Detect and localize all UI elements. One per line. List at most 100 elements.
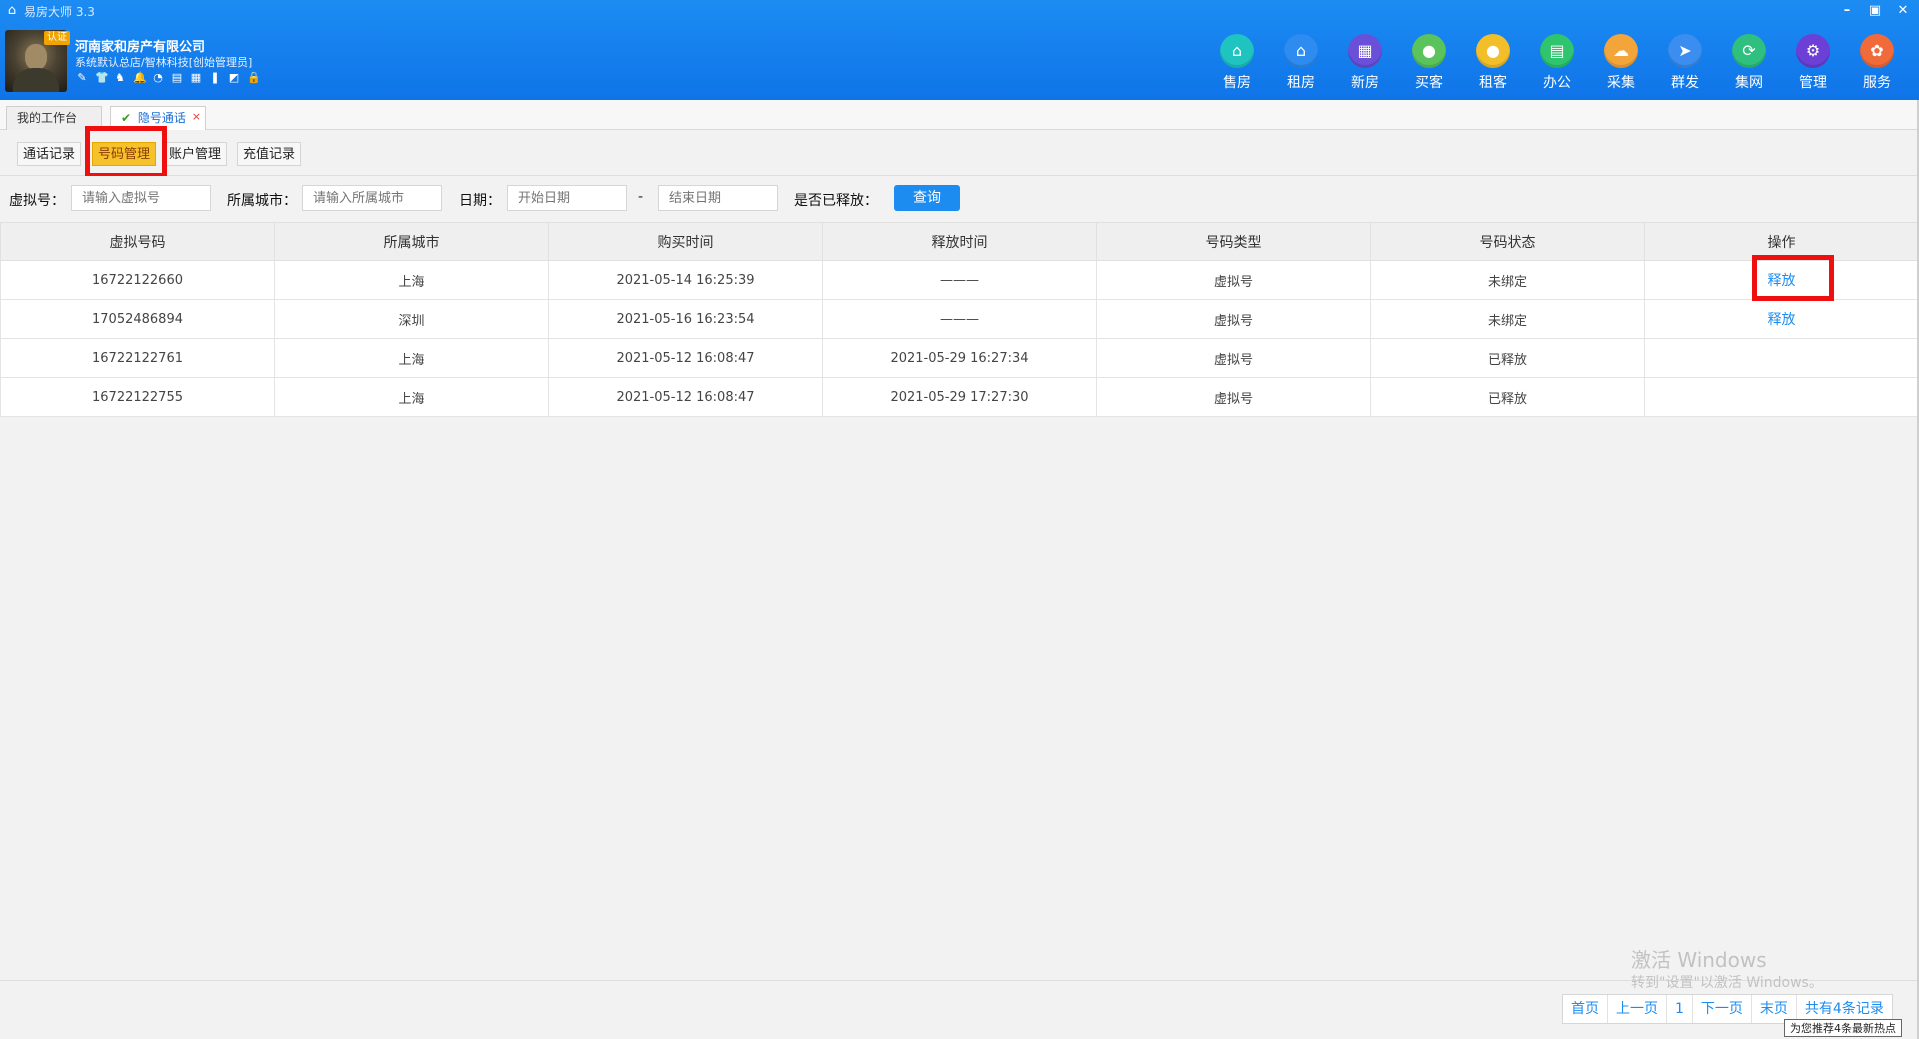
nav-collect[interactable]: ☁ 采集: [1597, 34, 1645, 92]
avatar-body: [13, 68, 59, 92]
pie-chart-icon[interactable]: ◔: [152, 72, 164, 84]
nav-label: 租房: [1287, 75, 1315, 91]
window-icon[interactable]: ◩: [228, 72, 240, 84]
tab-strip: 我的工作台 ✔ 隐号通话 ×: [0, 100, 1919, 130]
building-icon: ▦: [1348, 34, 1382, 68]
hot-news-tooltip[interactable]: 为您推荐4条最新热点: [1784, 1019, 1902, 1037]
home-icon: ⌂: [1220, 34, 1254, 68]
nav-label: 售房: [1223, 75, 1251, 91]
nav-label: 采集: [1607, 75, 1635, 91]
table-row: 16722122761 上海 2021-05-12 16:08:47 2021-…: [0, 338, 1919, 378]
cloud-download-icon: ☁: [1604, 34, 1638, 68]
activation-watermark-subtitle: 转到"设置"以激活 Windows。: [1631, 975, 1823, 991]
nav-sell-house[interactable]: ⌂ 售房: [1213, 34, 1261, 92]
table-row: 16722122755 上海 2021-05-12 16:08:47 2021-…: [0, 377, 1919, 417]
tab-workbench[interactable]: 我的工作台: [6, 106, 102, 130]
network-icon: ⟳: [1732, 34, 1766, 68]
cell-actions: 释放: [1644, 299, 1919, 339]
cell-virtual-number: 16722122755: [0, 377, 275, 417]
nav-label: 服务: [1863, 75, 1891, 91]
nav-label: 集网: [1735, 75, 1763, 91]
calculator-icon[interactable]: ▦: [190, 72, 202, 84]
end-date-input[interactable]: [658, 185, 778, 211]
cell-release-time: ———: [822, 260, 1097, 300]
cell-purchase-time: 2021-05-16 16:23:54: [548, 299, 823, 339]
close-button[interactable]: ✕: [1891, 2, 1915, 20]
cell-number-type: 虚拟号: [1096, 299, 1371, 339]
tab-privacy-call[interactable]: ✔ 隐号通话 ×: [110, 106, 206, 130]
page-prev[interactable]: 上一页: [1608, 995, 1667, 1023]
page-next[interactable]: 下一页: [1693, 995, 1752, 1023]
col-number-status: 号码状态: [1370, 222, 1645, 261]
lock-icon[interactable]: 🔒: [247, 72, 261, 84]
main-nav: ⌂ 售房 ⌂ 租房 ▦ 新房 ● 买客 ● 租客 ▤ 办公 ☁ 采集 ➤ 群发: [1213, 34, 1901, 92]
nav-tenant[interactable]: ● 租客: [1469, 34, 1517, 92]
cell-number-status: 未绑定: [1370, 299, 1645, 339]
start-date-input[interactable]: [507, 185, 627, 211]
col-virtual-number: 虚拟号码: [0, 222, 275, 261]
nav-new-house[interactable]: ▦ 新房: [1341, 34, 1389, 92]
cell-number-status: 已释放: [1370, 377, 1645, 417]
cell-city: 上海: [274, 260, 549, 300]
subtab-call-records[interactable]: 通话记录: [17, 142, 82, 166]
tab-close-icon[interactable]: ×: [192, 105, 201, 128]
gear-icon: ⚙: [1796, 34, 1830, 68]
subtab-number-management[interactable]: 号码管理: [92, 142, 157, 166]
page-first[interactable]: 首页: [1563, 995, 1608, 1023]
nav-manage[interactable]: ⚙ 管理: [1789, 34, 1837, 92]
cell-city: 上海: [274, 377, 549, 417]
nav-service[interactable]: ✿ 服务: [1853, 34, 1901, 92]
clipboard-icon[interactable]: ❚: [209, 72, 221, 84]
horse-icon[interactable]: ♞: [114, 72, 126, 84]
nav-label: 租客: [1479, 75, 1507, 91]
verified-badge: 认证: [44, 31, 70, 45]
cell-number-status: 未绑定: [1370, 260, 1645, 300]
tenant-icon: ●: [1476, 34, 1510, 68]
query-button[interactable]: 查询: [894, 185, 960, 211]
col-release-time: 释放时间: [822, 222, 1097, 261]
minimize-button[interactable]: –: [1835, 2, 1859, 20]
subtab-recharge-records[interactable]: 充值记录: [237, 142, 302, 166]
table-header-row: 虚拟号码 所属城市 购买时间 释放时间 号码类型 号码状态 操作: [0, 222, 1919, 261]
cell-virtual-number: 16722122660: [0, 260, 275, 300]
nav-office[interactable]: ▤ 办公: [1533, 34, 1581, 92]
nav-rent-house[interactable]: ⌂ 租房: [1277, 34, 1325, 92]
page-current[interactable]: 1: [1667, 995, 1693, 1023]
release-link[interactable]: 释放: [1768, 312, 1796, 328]
cell-purchase-time: 2021-05-14 16:25:39: [548, 260, 823, 300]
skin-icon[interactable]: 👕: [95, 72, 109, 84]
bell-icon[interactable]: 🔔: [133, 72, 147, 84]
cell-actions: [1644, 377, 1919, 417]
document-icon[interactable]: ▤: [171, 72, 183, 84]
cell-release-time: ———: [822, 299, 1097, 339]
cell-actions: 释放: [1644, 260, 1919, 300]
nav-network[interactable]: ⟳ 集网: [1725, 34, 1773, 92]
nav-buyer[interactable]: ● 买客: [1405, 34, 1453, 92]
virtual-number-label: 虚拟号：: [9, 193, 65, 209]
title-bar: ⌂ 易房大师 3.3 – ▣ ✕: [0, 0, 1919, 22]
cell-virtual-number: 17052486894: [0, 299, 275, 339]
nav-label: 群发: [1671, 75, 1699, 91]
nav-label: 办公: [1543, 75, 1571, 91]
avatar-face: [25, 44, 47, 70]
nav-label: 新房: [1351, 75, 1379, 91]
tab-label: 我的工作台: [17, 111, 78, 125]
cell-city: 上海: [274, 338, 549, 378]
subtab-account-management[interactable]: 账户管理: [163, 142, 228, 166]
city-input[interactable]: [302, 185, 442, 211]
sub-tabs: 通话记录 号码管理 账户管理 充值记录: [0, 130, 1919, 176]
col-purchase-time: 购买时间: [548, 222, 823, 261]
released-label: 是否已释放：: [794, 193, 878, 209]
virtual-number-input[interactable]: [71, 185, 211, 211]
col-actions: 操作: [1644, 222, 1919, 261]
check-icon: ✔: [121, 111, 132, 125]
maximize-button[interactable]: ▣: [1863, 2, 1887, 20]
nav-broadcast[interactable]: ➤ 群发: [1661, 34, 1709, 92]
user-role: 系统默认总店/智林科技[创始管理员]: [75, 56, 253, 69]
service-icon: ✿: [1860, 34, 1894, 68]
nav-label: 买客: [1415, 75, 1443, 91]
release-link[interactable]: 释放: [1768, 273, 1796, 289]
number-table: 虚拟号码 所属城市 购买时间 释放时间 号码类型 号码状态 操作 1672212…: [0, 222, 1919, 417]
cell-city: 深圳: [274, 299, 549, 339]
edit-icon[interactable]: ✎: [76, 72, 88, 84]
